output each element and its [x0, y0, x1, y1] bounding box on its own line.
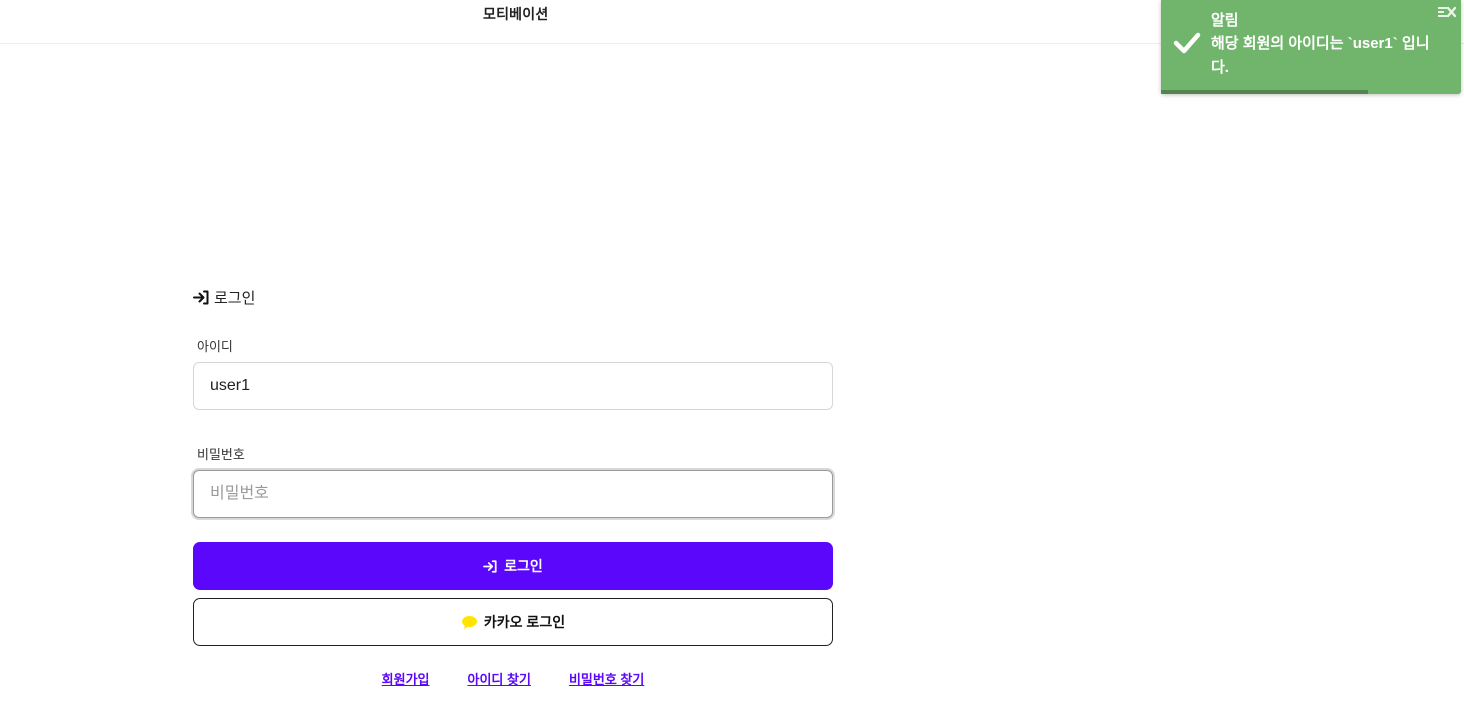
find-id-link[interactable]: 아이디 찾기	[468, 669, 531, 688]
id-input[interactable]	[193, 362, 833, 410]
auth-links: 회원가입 아이디 찾기 비밀번호 찾기	[0, 669, 1026, 688]
find-password-link[interactable]: 비밀번호 찾기	[569, 669, 644, 688]
login-button[interactable]: 로그인	[193, 542, 833, 590]
kakao-button-label: 카카오 로그인	[483, 614, 566, 630]
chat-bubble-icon	[461, 615, 477, 629]
toast-progress-bar	[1161, 90, 1368, 94]
notification-toast[interactable]: 알림 해당 회원의 아이디는 `user1` 입니다.	[1161, 0, 1461, 94]
brand-logo[interactable]: 모티베이션	[483, 4, 548, 24]
login-heading: 로그인	[193, 287, 255, 308]
kakao-login-button[interactable]: 카카오 로그인	[193, 598, 833, 646]
password-label: 비밀번호	[197, 447, 245, 462]
toast-message: 해당 회원의 아이디는 `user1` 입니다.	[1211, 35, 1430, 76]
sign-in-icon	[193, 290, 209, 305]
signup-link[interactable]: 회원가입	[382, 669, 430, 688]
check-icon	[1173, 32, 1201, 54]
password-input[interactable]	[193, 470, 833, 518]
id-label: 아이디	[197, 339, 233, 354]
login-heading-text: 로그인	[214, 290, 256, 307]
close-icon[interactable]	[1437, 4, 1457, 20]
login-button-label: 로그인	[504, 558, 543, 574]
sign-in-icon	[483, 559, 497, 573]
toast-title: 알림	[1211, 12, 1239, 29]
